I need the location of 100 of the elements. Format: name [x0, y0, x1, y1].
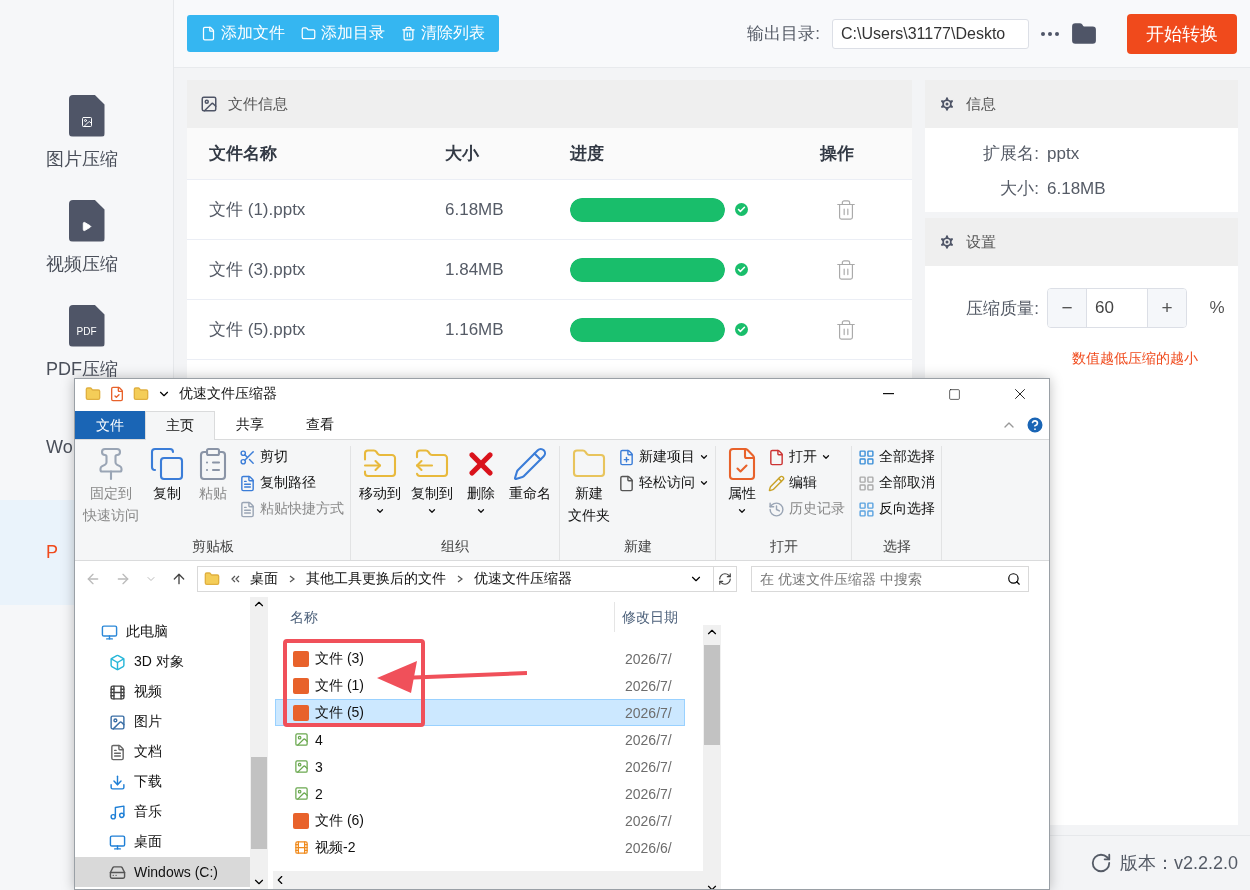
document-icon: [109, 743, 126, 761]
group-label: 选择: [881, 538, 912, 556]
file-row[interactable]: 文件 (1) 2026/7/: [275, 672, 685, 699]
file-row[interactable]: 文件 (6) 2026/7/: [275, 807, 685, 834]
scrollbar[interactable]: [703, 625, 721, 889]
breadcrumb-item[interactable]: 优速文件压缩器: [474, 570, 572, 588]
search-field[interactable]: 在 优速文件压缩器 中搜索: [751, 566, 1029, 592]
group-label: 打开: [768, 538, 799, 556]
video-file-icon: [293, 840, 309, 855]
scroll-thumb[interactable]: [251, 757, 267, 849]
grid-icon: [858, 500, 875, 518]
trash-icon: [835, 318, 857, 341]
unit-label: %: [1209, 298, 1226, 318]
nav-item[interactable]: 文档: [75, 737, 250, 767]
nav-item[interactable]: 音乐: [75, 797, 250, 827]
card-title: 信息: [966, 94, 996, 114]
sidebar-item[interactable]: 视频压缩: [0, 185, 173, 290]
scroll-thumb[interactable]: [704, 645, 720, 745]
group-label: 剪贴板: [190, 538, 235, 556]
nav-item[interactable]: 下载: [75, 767, 250, 797]
breadcrumb-item[interactable]: 桌面: [250, 570, 278, 588]
folder-button[interactable]: [1071, 20, 1097, 47]
output-path-field[interactable]: C:\Users\31177\Deskto: [832, 18, 1029, 49]
delete-button[interactable]: [835, 258, 857, 281]
file-row[interactable]: 文件 (5) 2026/7/: [275, 699, 685, 726]
ribbon-button[interactable]: 新建 文件夹: [566, 446, 612, 538]
file-row[interactable]: 4 2026/7/: [275, 726, 685, 753]
delete-button[interactable]: [835, 198, 857, 221]
ribbon-button[interactable]: 轻松访问: [618, 472, 709, 494]
field-value: pptx: [1047, 143, 1081, 164]
document-icon: [239, 500, 256, 518]
folder-icon[interactable]: [133, 386, 149, 402]
table-cell-text: 文件 (5).pptx: [209, 319, 307, 341]
file-row[interactable]: 视频-2 2026/6/: [275, 834, 685, 861]
file-row[interactable]: 2 2026/7/: [275, 780, 685, 807]
nav-item[interactable]: 桌面: [75, 827, 250, 857]
computer-icon: [101, 623, 118, 641]
ribbon-button[interactable]: 删除: [461, 446, 501, 538]
play-icon: [81, 221, 92, 232]
card-title: 设置: [966, 232, 996, 252]
nav-item[interactable]: 此电脑: [75, 617, 250, 647]
ribbon-button[interactable]: 新建项目: [618, 446, 709, 468]
help-icon[interactable]: [1025, 415, 1045, 435]
ribbon-button[interactable]: 复制路径: [239, 472, 344, 494]
sidebar-item[interactable]: 图片压缩: [0, 80, 173, 185]
decrease-button[interactable]: −: [1048, 289, 1086, 327]
nav-item[interactable]: Windows (C:): [75, 857, 250, 887]
sidebar-item[interactable]: PDF PDF压缩: [0, 290, 173, 395]
file-row[interactable]: 3 2026/7/: [275, 753, 685, 780]
delete-button[interactable]: [835, 318, 857, 341]
refresh-icon: [1089, 852, 1112, 874]
ribbon-tab[interactable]: 主页: [145, 411, 215, 440]
ribbon-button[interactable]: 全部取消: [858, 472, 935, 494]
presentation-file-icon: [293, 812, 309, 829]
ribbon-button[interactable]: 复制到: [409, 446, 455, 538]
table-cell-text: 1.16MB: [445, 319, 505, 340]
start-button[interactable]: 开始转换: [1127, 13, 1237, 54]
field-label: 压缩质量:: [965, 297, 1040, 320]
ribbon-button[interactable]: 重命名: [507, 446, 553, 538]
table-cell-text: 文件 (1).pptx: [209, 199, 307, 221]
ribbon-button[interactable]: 全部选择: [858, 446, 935, 468]
image-file-icon: [293, 732, 309, 747]
ribbon-button[interactable]: 编辑: [768, 472, 845, 494]
column-header: 文件名称: [209, 143, 278, 165]
grid-icon: [858, 448, 875, 466]
drive-icon: [109, 863, 126, 881]
file-icon: [201, 26, 216, 41]
field-label: 扩展名:: [982, 143, 1040, 165]
checked-document-icon[interactable]: [109, 386, 125, 402]
nav-item[interactable]: 图片: [75, 707, 250, 737]
breadcrumb-item[interactable]: 其他工具更换后的文件: [306, 570, 446, 588]
folder-icon[interactable]: [85, 386, 101, 402]
ribbon-button[interactable]: 打开: [768, 446, 845, 468]
trash-icon: [835, 258, 857, 281]
column-header[interactable]: 修改日期: [615, 602, 685, 632]
column-header[interactable]: 名称: [290, 602, 615, 632]
nav-item[interactable]: 3D 对象: [75, 647, 250, 677]
copy-icon: [149, 446, 185, 482]
minimize-icon: [882, 393, 894, 395]
increase-button[interactable]: +: [1148, 289, 1186, 327]
nav-item[interactable]: 视频: [75, 677, 250, 707]
quality-stepper[interactable]: − 60 +: [1047, 288, 1187, 328]
ribbon-button[interactable]: 复制: [147, 446, 187, 538]
ribbon-button[interactable]: 剪切: [239, 446, 344, 468]
overflow-icon: [230, 574, 240, 584]
scrollbar[interactable]: [273, 871, 703, 889]
ribbon-button[interactable]: 移动到: [357, 446, 403, 538]
file-row[interactable]: 文件 (3) 2026/7/: [275, 645, 685, 672]
presentation-file-icon: [293, 704, 309, 721]
document-icon: [239, 474, 256, 492]
ribbon-tab[interactable]: 文件: [75, 411, 145, 439]
film-icon: [109, 683, 126, 701]
ribbon-button[interactable]: 属性: [722, 446, 762, 538]
settings-icon: [938, 233, 956, 251]
card-title: 文件信息: [228, 94, 288, 114]
more-button[interactable]: [1041, 31, 1059, 36]
ribbon-button[interactable]: 反向选择: [858, 498, 935, 520]
back-icon: [85, 571, 101, 587]
scrollbar[interactable]: [250, 597, 268, 889]
address-bar[interactable]: 桌面 其他工具更换后的文件 优速文件压缩器: [197, 566, 737, 592]
